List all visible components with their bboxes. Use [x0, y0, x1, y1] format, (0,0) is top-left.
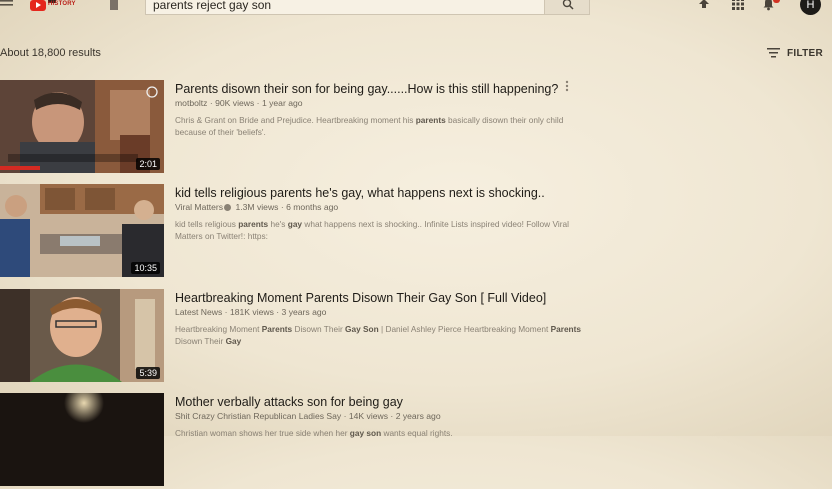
view-count: 14K views: [348, 411, 389, 421]
youtube-logo[interactable]: HISTORY: [30, 0, 118, 12]
verified-icon: [224, 203, 232, 211]
video-meta: motboltz · 90K views · 1 year ago: [175, 98, 303, 108]
channel-name[interactable]: Viral Matters: [175, 202, 223, 212]
view-count: 181K views: [229, 307, 274, 317]
search-input[interactable]: parents reject gay son: [145, 0, 545, 15]
video-description: Christian woman shows her true side when…: [175, 428, 453, 438]
apps-icon[interactable]: [732, 0, 744, 10]
channel-name[interactable]: Shit Crazy Christian Republican Ladies S…: [175, 411, 341, 421]
upload-icon[interactable]: [698, 0, 710, 10]
logo-text: HISTORY: [48, 1, 76, 7]
video-duration: 10:35: [131, 262, 160, 274]
video-thumbnail[interactable]: 10:35: [0, 184, 164, 277]
upload-age: 1 year ago: [261, 98, 303, 108]
view-count: 1.3M views: [235, 202, 279, 212]
play-icon: [30, 0, 46, 11]
video-meta: Latest News · 181K views · 3 years ago: [175, 307, 327, 317]
menu-icon[interactable]: [0, 0, 14, 10]
search-icon: [562, 0, 574, 10]
video-result[interactable]: 2:01 Parents disown their son for being …: [0, 80, 832, 176]
filter-icon: [767, 48, 780, 58]
upload-age: 2 years ago: [395, 411, 441, 421]
video-title[interactable]: Parents disown their son for being gay..…: [175, 82, 558, 96]
video-title[interactable]: Heartbreaking Moment Parents Disown Thei…: [175, 291, 546, 305]
video-thumbnail[interactable]: 5:39: [0, 289, 164, 382]
video-duration: 2:01: [136, 158, 160, 170]
filter-label: FILTER: [787, 48, 824, 59]
video-description: Chris & Grant on Bride and Prejudice. He…: [175, 115, 564, 137]
top-bar: HISTORY parents reject gay son H: [0, 0, 832, 16]
thumbnail-image: [0, 393, 164, 486]
upload-age: 3 years ago: [281, 307, 327, 317]
results-count: About 18,800 results: [0, 47, 101, 59]
notification-badge: [773, 0, 780, 3]
video-title[interactable]: kid tells religious parents he's gay, wh…: [175, 186, 545, 200]
video-title[interactable]: Mother verbally attacks son for being ga…: [175, 395, 403, 409]
view-count: 90K views: [215, 98, 255, 108]
video-result[interactable]: 10:35 kid tells religious parents he's g…: [0, 184, 832, 280]
video-thumbnail[interactable]: 2:01: [0, 80, 164, 173]
video-meta: Shit Crazy Christian Republican Ladies S…: [175, 411, 441, 421]
search-button[interactable]: [544, 0, 590, 15]
more-options-icon[interactable]: [565, 80, 569, 92]
filter-button[interactable]: FILTER: [767, 47, 827, 61]
video-meta: Viral Matters 1.3M views · 6 months ago: [175, 202, 339, 212]
video-result[interactable]: 5:39 Heartbreaking Moment Parents Disown…: [0, 289, 832, 385]
video-description: kid tells religious parents he's gay wha…: [175, 219, 569, 241]
avatar[interactable]: H: [800, 0, 821, 15]
video-result[interactable]: Mother verbally attacks son for being ga…: [0, 393, 832, 489]
video-duration: 5:39: [136, 367, 160, 379]
video-description: Heartbreaking Moment Parents Disown Thei…: [175, 324, 581, 346]
video-thumbnail[interactable]: [0, 393, 164, 486]
channel-name[interactable]: Latest News: [175, 307, 222, 317]
channel-name[interactable]: motboltz: [175, 98, 207, 108]
upload-age: 6 months ago: [286, 202, 339, 212]
